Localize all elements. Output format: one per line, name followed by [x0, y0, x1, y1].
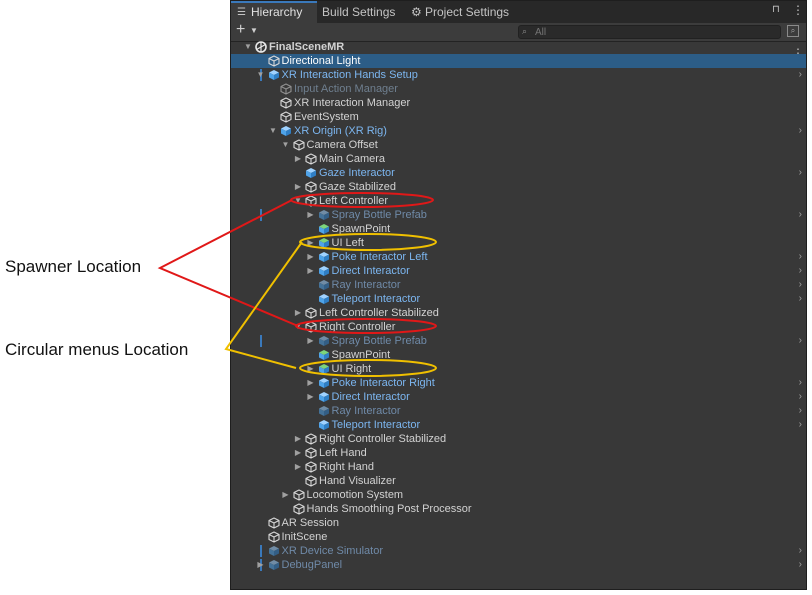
spawner-pointer-lines	[157, 199, 299, 327]
annotation-overlay	[157, 192, 437, 377]
circular-menus-pointer-lines	[224, 241, 303, 369]
ui-right-highlight	[299, 359, 437, 377]
ui-left-highlight	[299, 233, 437, 251]
right-controller-highlight	[295, 318, 437, 334]
left-controller-highlight	[290, 192, 434, 208]
